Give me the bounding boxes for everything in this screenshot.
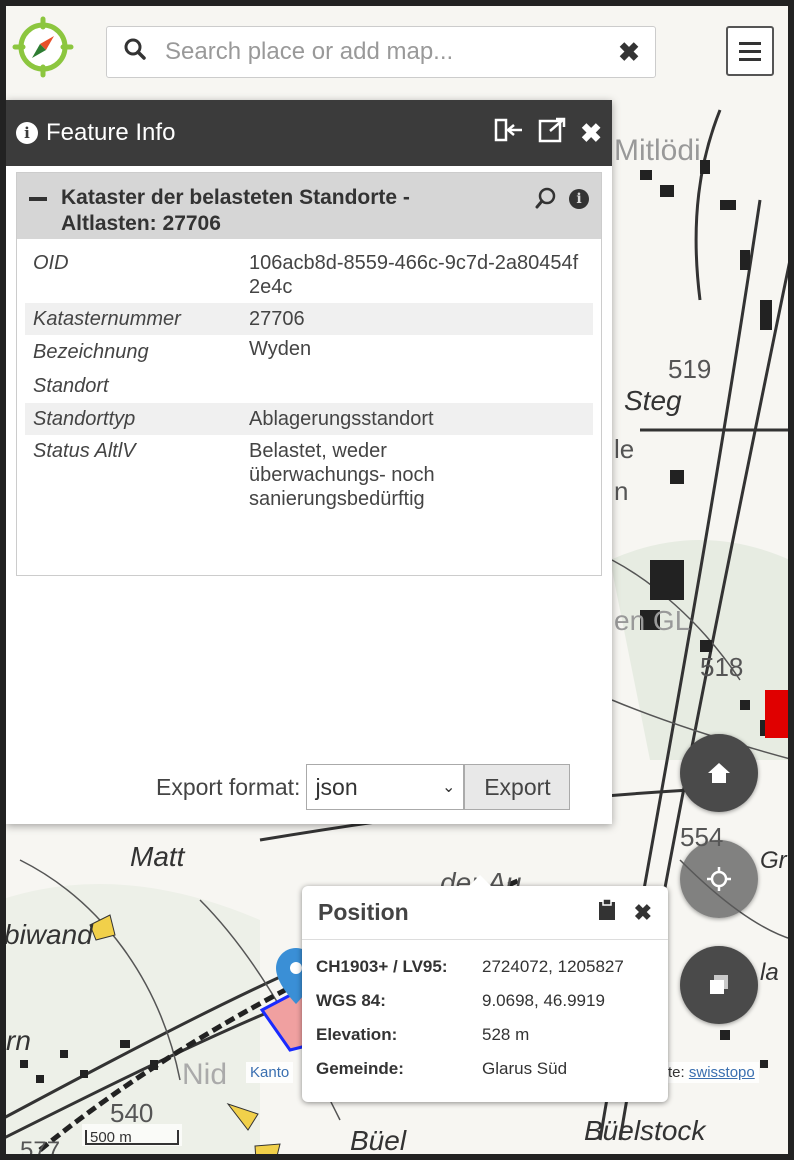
map-label-577: 577 [20, 1137, 60, 1160]
position-popup: Position ✖ CH1903+ / LV95: 2724072, 1205… [302, 875, 668, 1102]
layers-icon [710, 975, 728, 994]
attribute-row: Bezeichnung Standort Wyden [25, 335, 593, 403]
dock-panel-icon[interactable] [494, 117, 524, 150]
attribute-value: Ablagerungsstandort [249, 408, 434, 430]
attribution-right: te: swisstopo [664, 1062, 759, 1083]
map-label-mitlodi: Mitlödi [614, 134, 701, 167]
position-value: 2724072, 1205827 [482, 957, 624, 976]
position-value: 528 m [482, 1025, 530, 1044]
attribute-key: Status AltlV [33, 440, 136, 462]
attribute-value: Wyden [249, 338, 312, 360]
attribute-row: OID 106acb8d-8559-466c-9c7d-2a80454f2e4c [25, 247, 593, 303]
layer-header[interactable]: Kataster der belasteten Standorte - Altl… [17, 173, 601, 239]
clipboard-icon[interactable] [596, 898, 618, 927]
position-row: WGS 84: 9.0698, 46.9919 [316, 984, 624, 1018]
home-button[interactable] [680, 734, 758, 812]
map-label-biwand: biwand [4, 919, 94, 950]
panel-title: Feature Info [46, 119, 176, 146]
attribute-key: Standorttyp [33, 408, 136, 430]
collapse-icon[interactable] [29, 197, 47, 201]
attribution-prefix: te: [668, 1064, 685, 1081]
map-label-matt: Matt [130, 841, 186, 872]
attribute-key: Katasternummer [33, 308, 181, 330]
attribute-row: Standorttyp Ablagerungsstandort [25, 403, 593, 435]
attribute-row: Katasternummer 27706 [25, 303, 593, 335]
search-bar: ✖ [106, 26, 656, 78]
layer-info-icon[interactable]: i [569, 189, 589, 209]
attribute-row: Status AltlV Belastet, weder überwachung… [25, 435, 593, 515]
position-key: CH1903+ / LV95: [316, 957, 448, 976]
map-label-la: la [760, 959, 779, 986]
position-key: Gemeinde: [316, 1059, 404, 1078]
map-label-nid: Nid [182, 1058, 227, 1091]
position-value: 9.0698, 46.9919 [482, 991, 605, 1010]
export-button[interactable]: Export [464, 764, 571, 810]
position-table: CH1903+ / LV95: 2724072, 1205827 WGS 84:… [316, 950, 624, 1086]
search-icon[interactable] [107, 38, 163, 66]
map-label-rn: rn [6, 1025, 31, 1056]
map-label-540: 540 [110, 1098, 153, 1128]
map-label-buel: Büel [350, 1125, 407, 1156]
attribution-link[interactable]: swisstopo [689, 1064, 755, 1081]
map-label-gr: Gr [760, 847, 788, 874]
attribute-value: 27706 [249, 308, 305, 330]
map-label-n: n [614, 476, 628, 506]
panel-header: i Feature Info ✖ [6, 100, 612, 166]
map-label-engl: en GL [614, 605, 690, 636]
attribute-key: OID [33, 252, 69, 274]
close-panel-icon[interactable]: ✖ [580, 118, 602, 149]
position-value: Glarus Süd [482, 1059, 568, 1078]
chevron-down-icon: ⌄ [442, 779, 456, 796]
position-row: CH1903+ / LV95: 2724072, 1205827 [316, 950, 624, 984]
search-input[interactable] [163, 37, 603, 67]
position-header: Position ✖ [302, 886, 668, 940]
clear-search-icon[interactable]: ✖ [603, 37, 655, 68]
scale-bar: 500 m [82, 1124, 182, 1146]
map-label-steg: Steg [624, 385, 682, 416]
menu-button[interactable] [726, 26, 774, 76]
position-row: Elevation: 528 m [316, 1018, 624, 1052]
feature-info-panel: i Feature Info ✖ Kataster der belasteten… [6, 100, 612, 824]
menu-icon [739, 41, 761, 45]
compass-logo-icon[interactable] [12, 16, 74, 78]
layer-title: Kataster der belasteten Standorte - Altl… [61, 186, 410, 235]
position-key: WGS 84: [316, 991, 386, 1010]
position-key: Elevation: [316, 1025, 398, 1044]
layers-button[interactable] [680, 946, 758, 1024]
zoom-to-feature-icon[interactable] [535, 187, 557, 215]
attribute-table: OID 106acb8d-8559-466c-9c7d-2a80454f2e4c… [25, 247, 593, 515]
export-format-label: Export format: [156, 773, 301, 800]
close-popup-icon[interactable]: ✖ [634, 900, 652, 926]
attribute-key: Bezeichnung Standort [33, 341, 149, 397]
export-format-select[interactable]: json ⌄ [306, 764, 465, 810]
locate-button[interactable] [680, 840, 758, 918]
popup-arrow [468, 875, 492, 887]
crosshair-icon [707, 867, 731, 891]
feature-result: Kataster der belasteten Standorte - Altl… [16, 172, 602, 576]
attribution-left: Kanto [246, 1062, 294, 1083]
info-icon: i [16, 122, 38, 144]
map-label-519: 519 [668, 354, 711, 384]
export-format-value: json [315, 773, 358, 800]
home-icon [708, 763, 730, 783]
map-label-buelstock: Büelstock [584, 1115, 707, 1146]
attribute-value: Belastet, weder überwachungs- noch sanie… [249, 440, 435, 510]
export-controls: Export format: json ⌄ Export [156, 764, 571, 810]
map-label-le: le [614, 434, 634, 464]
popout-panel-icon[interactable] [538, 117, 566, 150]
attribute-value: 106acb8d-8559-466c-9c7d-2a80454f2e4c [249, 252, 579, 298]
position-row: Gemeinde: Glarus Süd [316, 1052, 624, 1086]
map-label-518: 518 [700, 652, 743, 682]
scale-label: 500 m [90, 1129, 132, 1146]
position-title: Position [318, 899, 409, 925]
